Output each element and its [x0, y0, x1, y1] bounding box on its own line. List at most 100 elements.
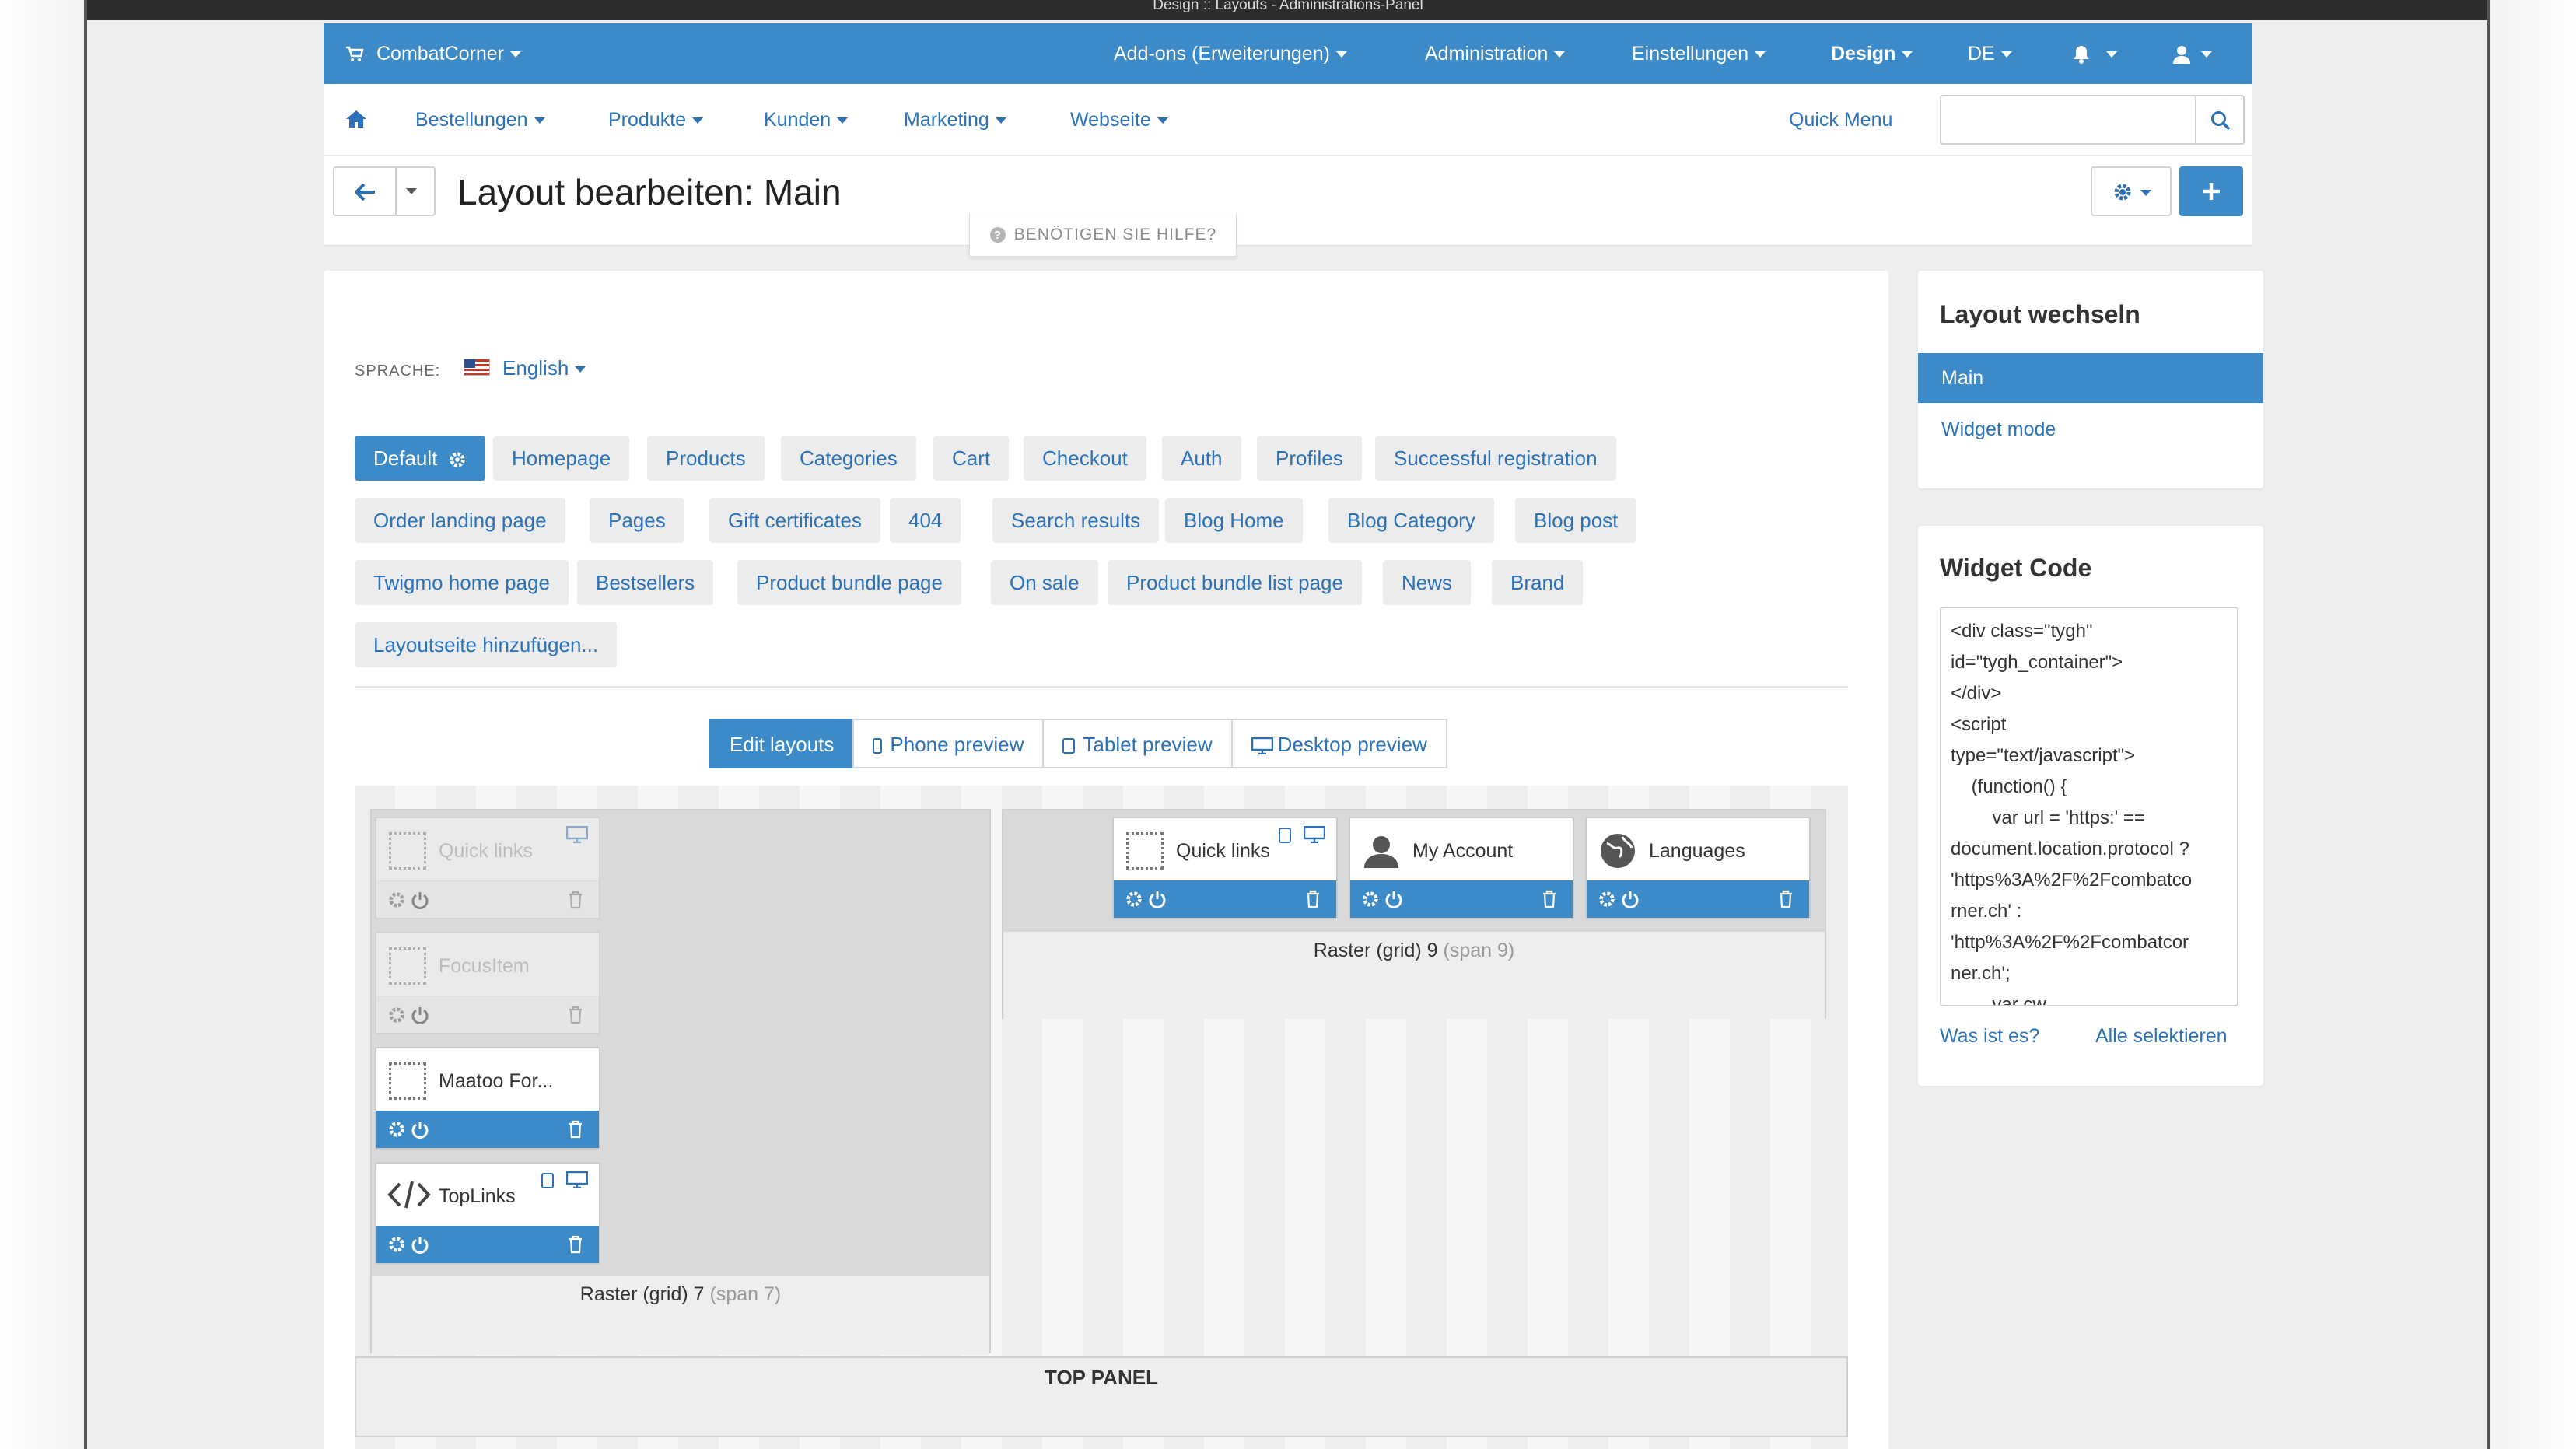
layout-page-product-bundle-list[interactable]: Product bundle list page: [1108, 560, 1362, 605]
menu-language[interactable]: DE: [1968, 23, 2012, 84]
add-layout-page-button[interactable]: Layoutseite hinzufügen...: [355, 622, 618, 667]
layout-page-products[interactable]: Products: [647, 436, 765, 481]
layout-page-homepage[interactable]: Homepage: [493, 436, 630, 481]
layout-page-brand[interactable]: Brand: [1492, 560, 1584, 605]
tablet-icon: [1279, 828, 1291, 843]
trash-icon[interactable]: [568, 1235, 583, 1254]
nav-bestellungen[interactable]: Bestellungen: [415, 84, 545, 156]
widget-code-textarea[interactable]: <div class="tygh" id="tygh_container"> <…: [1940, 607, 2238, 1006]
what-is-it-link[interactable]: Was ist es?: [1940, 1025, 2039, 1048]
trash-icon[interactable]: [1778, 890, 1794, 908]
language-selector[interactable]: English: [502, 356, 586, 380]
layout-page-successful-registration[interactable]: Successful registration: [1375, 436, 1616, 481]
tablet-icon: [541, 1173, 554, 1188]
power-icon[interactable]: [1621, 890, 1640, 908]
grid-9[interactable]: Quick links My Account Languages Raster …: [1002, 809, 1826, 1019]
settings-dropdown-button[interactable]: [2091, 166, 2172, 216]
grid-9-footer: Raster (grid) 9 (span 9): [1003, 932, 1825, 1019]
mode-desktop-preview[interactable]: Desktop preview: [1230, 719, 1447, 768]
layout-page-profiles[interactable]: Profiles: [1257, 436, 1362, 481]
block-toolbar: [376, 1111, 599, 1148]
layout-page-gift-certificates[interactable]: Gift certificates: [709, 498, 880, 543]
power-icon[interactable]: [411, 1006, 429, 1024]
search-input[interactable]: [1940, 95, 2196, 145]
layout-editor-panel: SPRACHE: English Default Homepage Produc…: [324, 271, 1888, 1449]
trash-icon[interactable]: [568, 891, 583, 909]
layout-widget-mode[interactable]: Widget mode: [1918, 404, 2263, 454]
trash-icon[interactable]: [568, 1120, 583, 1139]
menu-design[interactable]: Design: [1831, 23, 1913, 84]
layout-page-cart[interactable]: Cart: [933, 436, 1010, 481]
block-name: Quick links: [1176, 840, 1270, 862]
back-button[interactable]: [333, 166, 397, 216]
nav-kunden[interactable]: Kunden: [764, 84, 849, 156]
help-icon: ?: [989, 227, 1006, 243]
store-switcher[interactable]: CombatCorner: [345, 23, 521, 84]
gear-icon[interactable]: [1125, 890, 1143, 908]
nav-produkte[interactable]: Produkte: [608, 84, 704, 156]
layout-page-auth[interactable]: Auth: [1162, 436, 1241, 481]
add-button[interactable]: [2179, 166, 2243, 216]
gear-icon[interactable]: [387, 1120, 406, 1139]
layout-page-bestsellers[interactable]: Bestsellers: [577, 560, 714, 605]
user-menu[interactable]: [2173, 23, 2212, 84]
layout-page-blog-home[interactable]: Blog Home: [1165, 498, 1303, 543]
help-tab[interactable]: ? BENÖTIGEN SIE HILFE?: [969, 213, 1237, 257]
mode-edit-layouts[interactable]: Edit layouts: [709, 719, 855, 768]
mode-phone-preview[interactable]: Phone preview: [852, 719, 1045, 768]
block-languages[interactable]: Languages: [1585, 817, 1811, 919]
notifications-menu[interactable]: [2072, 23, 2117, 84]
layout-page-news[interactable]: News: [1383, 560, 1472, 605]
layout-main[interactable]: Main: [1918, 353, 2263, 403]
gear-icon[interactable]: [387, 1006, 406, 1024]
block-my-account[interactable]: My Account: [1349, 817, 1574, 919]
layout-page-categories[interactable]: Categories: [781, 436, 916, 481]
menu-addons[interactable]: Add-ons (Erweiterungen): [1114, 23, 1347, 84]
history-dropdown-button[interactable]: [395, 166, 436, 216]
desktop-icon: [1304, 826, 1325, 843]
gear-icon[interactable]: [387, 891, 406, 909]
home-icon[interactable]: [345, 109, 367, 129]
layout-page-twigmo-home[interactable]: Twigmo home page: [355, 560, 569, 605]
select-all-link[interactable]: Alle selektieren: [2095, 1025, 2228, 1048]
grid-7[interactable]: Quick links FocusItem Maatoo For... TopL…: [370, 809, 991, 1355]
gear-icon[interactable]: [1361, 890, 1380, 908]
mode-tablet-preview[interactable]: Tablet preview: [1042, 719, 1233, 768]
layout-page-default[interactable]: Default: [355, 436, 485, 481]
power-icon[interactable]: [1148, 890, 1167, 908]
block-focusitem[interactable]: FocusItem: [375, 932, 600, 1034]
search-button[interactable]: [2195, 95, 2245, 145]
block-quick-links-9[interactable]: Quick links: [1112, 817, 1338, 919]
menu-administration[interactable]: Administration: [1425, 23, 1566, 84]
left-backdrop: [0, 0, 87, 1449]
block-maatoo[interactable]: Maatoo For...: [375, 1047, 600, 1150]
power-icon[interactable]: [411, 1235, 429, 1254]
trash-icon[interactable]: [1542, 890, 1557, 908]
layout-page-order-landing[interactable]: Order landing page: [355, 498, 565, 543]
gear-icon[interactable]: [387, 1235, 406, 1254]
power-icon[interactable]: [411, 891, 429, 909]
menu-einstellungen[interactable]: Einstellungen: [1632, 23, 1766, 84]
layout-page-pages[interactable]: Pages: [590, 498, 684, 543]
top-panel[interactable]: TOP PANEL: [355, 1356, 1848, 1437]
trash-icon[interactable]: [1305, 890, 1321, 908]
trash-icon[interactable]: [568, 1006, 583, 1024]
mode-phone-label: Phone preview: [890, 733, 1024, 756]
layout-page-404[interactable]: 404: [890, 498, 961, 543]
quick-menu-link[interactable]: Quick Menu: [1789, 84, 1892, 156]
power-icon[interactable]: [1384, 890, 1403, 908]
nav-marketing[interactable]: Marketing: [904, 84, 1006, 156]
layout-page-product-bundle[interactable]: Product bundle page: [737, 560, 961, 605]
nav-webseite[interactable]: Webseite: [1070, 84, 1168, 156]
layout-page-blog-post[interactable]: Blog post: [1515, 498, 1637, 543]
layout-page-on-sale[interactable]: On sale: [991, 560, 1098, 605]
gear-icon[interactable]: [1598, 890, 1616, 908]
layout-page-blog-category[interactable]: Blog Category: [1328, 498, 1494, 543]
power-icon[interactable]: [411, 1120, 429, 1139]
layout-page-checkout[interactable]: Checkout: [1024, 436, 1146, 481]
block-toplinks[interactable]: TopLinks: [375, 1162, 600, 1265]
block-quick-links[interactable]: Quick links: [375, 817, 600, 919]
layout-page-search-results[interactable]: Search results: [992, 498, 1160, 543]
grid-7-span: (span 7): [709, 1283, 782, 1305]
view-mode-switcher: Edit layouts Phone preview Tablet previe…: [709, 719, 1447, 768]
